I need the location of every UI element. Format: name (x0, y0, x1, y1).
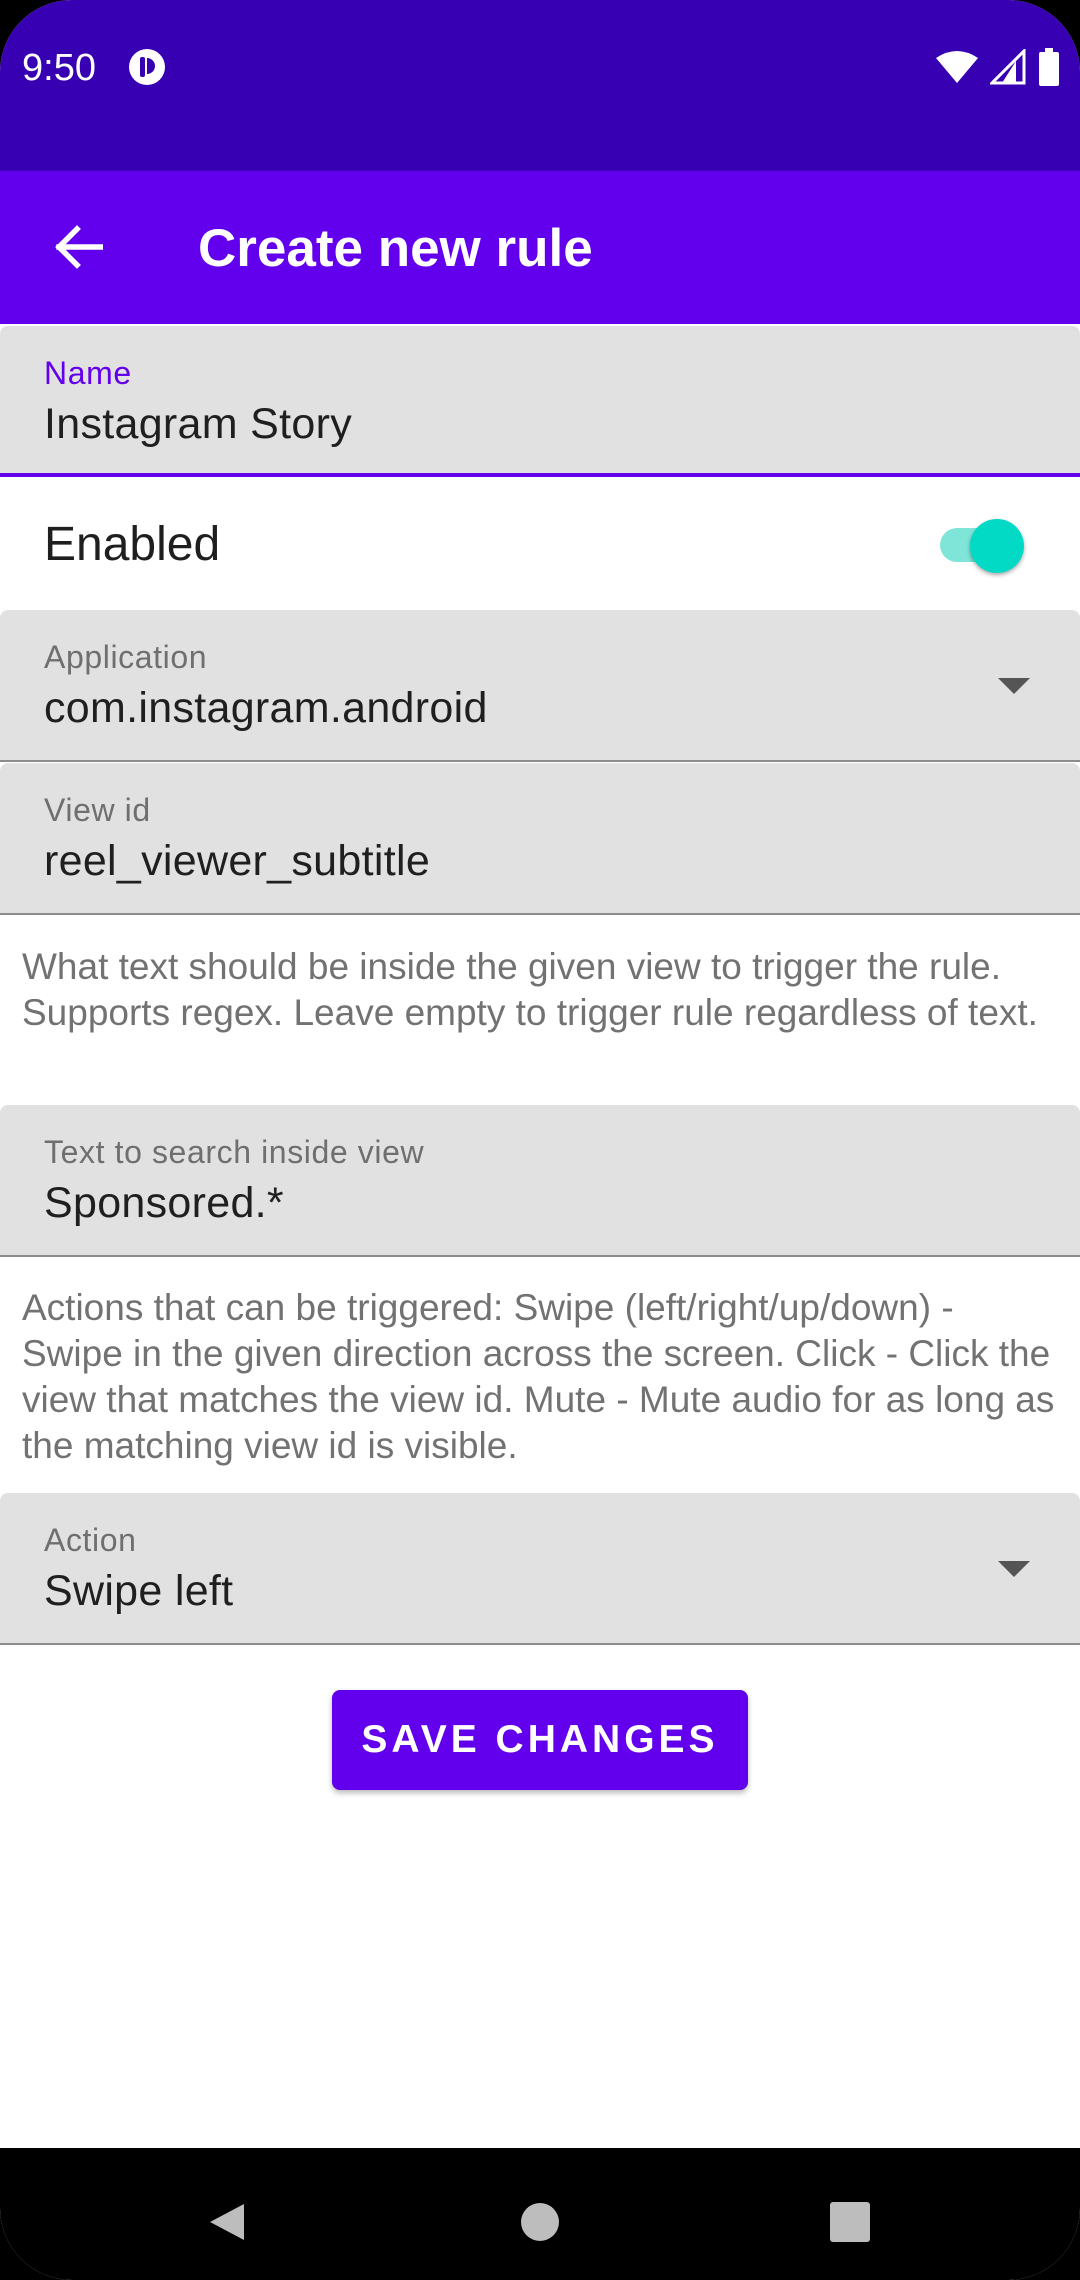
action-value: Swipe left (44, 1567, 234, 1615)
back-button[interactable] (40, 209, 116, 285)
navigation-bar (0, 2148, 1080, 2280)
application-label: Application (44, 639, 208, 675)
status-bar: 9:50 (0, 0, 1080, 171)
enabled-label: Enabled (44, 518, 221, 571)
dropdown-arrow-icon[interactable] (998, 1561, 1030, 1577)
view-id-label: View id (44, 792, 151, 828)
view-id-value[interactable]: reel_viewer_subtitle (44, 835, 430, 887)
name-field-label: Name (44, 355, 132, 391)
dropdown-arrow-icon[interactable] (998, 678, 1030, 694)
action-label: Action (44, 1522, 137, 1558)
page-title: Create new rule (198, 219, 593, 278)
app-notification-icon (129, 49, 165, 85)
text-search-field[interactable]: Text to search inside view Sponsored.* (0, 1105, 1080, 1257)
name-field-value[interactable]: Instagram Story (44, 398, 352, 450)
action-dropdown[interactable]: Action Swipe left (0, 1493, 1080, 1645)
nav-back-button[interactable] (196, 2192, 256, 2252)
text-search-value[interactable]: Sponsored.* (44, 1177, 284, 1229)
enabled-row: Enabled (0, 477, 1080, 608)
view-id-field[interactable]: View id reel_viewer_subtitle (0, 763, 1080, 915)
home-circle-icon (521, 2203, 559, 2241)
status-icons (936, 46, 1060, 88)
wifi-icon (936, 51, 978, 83)
nav-recents-button[interactable] (820, 2192, 880, 2252)
recents-square-icon (830, 2202, 870, 2242)
nav-home-button[interactable] (510, 2192, 570, 2252)
text-search-label: Text to search inside view (44, 1134, 425, 1170)
actions-helper: Actions that can be triggered: Swipe (le… (22, 1287, 1055, 1466)
enabled-switch[interactable] (940, 519, 1026, 573)
battery-icon (1039, 48, 1059, 86)
text-helper: What text should be inside the given vie… (22, 946, 1038, 1033)
name-field[interactable]: Name Instagram Story (0, 326, 1080, 478)
save-changes-button[interactable]: SAVE CHANGES (332, 1690, 748, 1790)
switch-thumb (970, 519, 1024, 573)
app-bar: Create new rule (0, 171, 1080, 324)
back-triangle-icon (210, 2204, 244, 2240)
status-time: 9:50 (22, 47, 96, 89)
phone-screen: 9:50 Create new rule Name Instagram Stor… (0, 0, 1080, 2280)
arrow-back-icon (55, 225, 103, 269)
cell-signal-icon (990, 49, 1026, 85)
application-dropdown[interactable]: Application com.instagram.android (0, 610, 1080, 762)
application-value: com.instagram.android (44, 684, 488, 732)
